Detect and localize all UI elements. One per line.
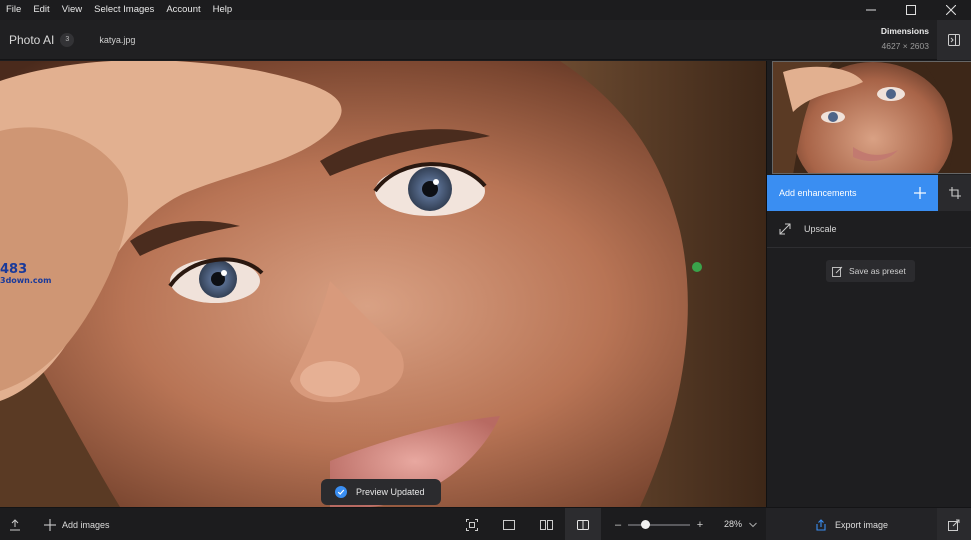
export-icon bbox=[816, 518, 826, 531]
upload-button[interactable] bbox=[0, 508, 30, 540]
thumbnail-image bbox=[773, 62, 971, 173]
zoom-slider-handle[interactable] bbox=[640, 519, 650, 529]
menu-edit[interactable]: Edit bbox=[27, 1, 55, 19]
plus-icon bbox=[914, 187, 926, 199]
single-view-icon bbox=[503, 519, 515, 530]
save-as-preset-label: Save as preset bbox=[849, 266, 906, 276]
navigator-thumbnail[interactable] bbox=[772, 61, 971, 174]
close-icon bbox=[946, 5, 956, 15]
add-images-label: Add images bbox=[62, 519, 110, 530]
zoom-dropdown[interactable] bbox=[749, 508, 757, 540]
export-settings-icon bbox=[948, 519, 960, 531]
split-view-icon bbox=[577, 519, 589, 530]
upscale-item[interactable]: Upscale bbox=[767, 211, 971, 248]
minimize-button[interactable] bbox=[851, 0, 891, 20]
side-by-side-view-button[interactable] bbox=[528, 508, 564, 540]
maximize-icon bbox=[906, 5, 916, 15]
minimize-icon bbox=[866, 9, 876, 11]
preview-updated-toast: Preview Updated bbox=[321, 479, 441, 505]
menu-select-images[interactable]: Select Images bbox=[88, 1, 160, 19]
add-images-button[interactable]: Add images bbox=[44, 508, 110, 540]
zoom-control: – + bbox=[612, 508, 706, 540]
menu-account[interactable]: Account bbox=[160, 1, 206, 19]
window-controls bbox=[851, 0, 971, 20]
upscale-label: Upscale bbox=[804, 224, 837, 234]
menu-view[interactable]: View bbox=[56, 1, 88, 19]
image-viewer[interactable]: 483 3down.com Preview Updated bbox=[0, 61, 766, 507]
panel-toggle-button[interactable] bbox=[937, 20, 971, 60]
add-enhancements-label: Add enhancements bbox=[779, 188, 857, 198]
menu-file[interactable]: File bbox=[0, 1, 27, 19]
menu-help[interactable]: Help bbox=[207, 1, 239, 19]
dimensions-value: 4627 × 2603 bbox=[881, 41, 929, 51]
single-view-button[interactable] bbox=[491, 508, 527, 540]
upload-icon bbox=[10, 518, 20, 530]
close-button[interactable] bbox=[931, 0, 971, 20]
crop-button[interactable] bbox=[938, 175, 971, 211]
plus-icon bbox=[44, 518, 56, 531]
svg-text:483: 483 bbox=[0, 262, 27, 277]
save-preset-icon bbox=[832, 266, 843, 277]
dimensions-label: Dimensions bbox=[880, 26, 929, 36]
crop-icon bbox=[949, 187, 961, 199]
app-name: Photo AI bbox=[9, 32, 55, 47]
file-name: katya.jpg bbox=[99, 34, 136, 45]
sidebar-toggle-icon bbox=[948, 34, 960, 46]
dimensions-info: Dimensions 4627 × 2603 bbox=[881, 26, 929, 51]
toast-text: Preview Updated bbox=[356, 487, 425, 497]
preview-image: 483 3down.com bbox=[0, 61, 766, 507]
enhancements-row: Add enhancements bbox=[767, 175, 971, 211]
split-view-button[interactable] bbox=[565, 508, 601, 540]
expand-arrows-icon bbox=[779, 223, 791, 235]
export-image-button[interactable]: Export image bbox=[766, 508, 937, 540]
fit-screen-icon bbox=[466, 518, 478, 531]
image-count-badge[interactable]: 3 bbox=[60, 32, 75, 47]
save-as-preset-button[interactable]: Save as preset bbox=[826, 260, 915, 282]
title-bar: Photo AI 3 katya.jpg Dimensions 4627 × 2… bbox=[0, 20, 971, 60]
export-settings-button[interactable] bbox=[937, 508, 971, 540]
check-circle-icon bbox=[335, 486, 347, 498]
chevron-down-icon bbox=[749, 522, 757, 527]
zoom-value[interactable]: 28% bbox=[724, 508, 742, 540]
export-image-label: Export image bbox=[834, 519, 889, 530]
fit-to-screen-button[interactable] bbox=[454, 508, 490, 540]
side-by-side-icon bbox=[539, 519, 553, 530]
right-panel: Add enhancements Upscale Save as preset bbox=[766, 61, 971, 507]
zoom-in-button[interactable]: + bbox=[694, 519, 706, 531]
bottom-bar: Add images – + 28% Export image bbox=[0, 507, 971, 540]
zoom-slider[interactable] bbox=[628, 519, 690, 529]
menu-bar: File Edit View Select Images Account Hel… bbox=[0, 0, 971, 20]
svg-text:3down.com: 3down.com bbox=[0, 276, 52, 285]
maximize-button[interactable] bbox=[891, 0, 931, 20]
zoom-out-button[interactable]: – bbox=[612, 519, 624, 531]
add-enhancements-button[interactable]: Add enhancements bbox=[767, 175, 938, 211]
